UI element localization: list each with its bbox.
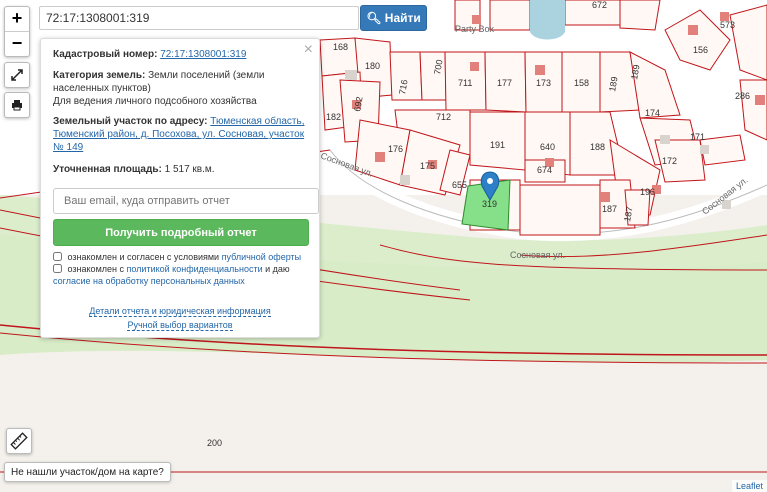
parcel-label: 182 xyxy=(326,112,341,122)
parcel-label: 174 xyxy=(645,108,660,118)
parcel-label: 156 xyxy=(693,45,708,55)
privacy-agreement: ознакомлен с политикой конфиденциальност… xyxy=(53,263,313,287)
report-details-link[interactable]: Детали отчета и юридическая информация xyxy=(89,306,271,317)
parcel-label: 655 xyxy=(452,180,467,190)
category-label: Категория земель: xyxy=(53,70,146,81)
parcel-label: 640 xyxy=(540,142,555,152)
parcel-label: 158 xyxy=(574,78,589,88)
parcel-label: 200 xyxy=(207,438,222,448)
get-report-button[interactable]: Получить подробный отчет xyxy=(53,219,309,246)
measure-button[interactable] xyxy=(6,428,32,454)
category-row: Категория земель: Земли поселений (земли… xyxy=(53,69,309,95)
manual-row: Ручной выбор вариантов xyxy=(41,320,319,331)
parcel-label: 177 xyxy=(497,78,512,88)
fullscreen-button[interactable] xyxy=(4,62,30,88)
area-row: Уточненная площадь: 1 517 кв.м. xyxy=(53,163,309,176)
area-label: Уточненная площадь: xyxy=(53,164,162,175)
manual-selection-link[interactable]: Ручной выбор вариантов xyxy=(127,320,233,331)
address-label: Земельный участок по адресу: xyxy=(53,116,208,127)
cadastral-row: Кадастровый номер: 72:17:1308001:319 xyxy=(53,48,309,61)
map-attribution: Leaflet xyxy=(731,480,767,492)
zoom-in-button[interactable]: + xyxy=(5,7,29,31)
details-row: Детали отчета и юридическая информация xyxy=(41,306,319,317)
not-found-button[interactable]: Не нашли участок/дом на карте? xyxy=(4,462,171,482)
leaflet-link[interactable]: Leaflet xyxy=(736,481,763,491)
zoom-control: + − xyxy=(4,6,30,57)
privacy-policy-link[interactable]: политикой конфиденциальности xyxy=(127,264,263,274)
expand-icon xyxy=(11,69,23,81)
parcel-label: 286 xyxy=(735,91,750,101)
parcel-label: 573 xyxy=(720,20,735,30)
address-row: Земельный участок по адресу: Тюменская о… xyxy=(53,115,309,154)
offer-agreement: ознакомлен и согласен с условиями публич… xyxy=(53,251,313,263)
parcel-label: 319 xyxy=(482,199,497,209)
parcel-label: 674 xyxy=(537,165,552,175)
offer-checkbox[interactable] xyxy=(53,252,62,261)
search-icon: 🔍︎ xyxy=(366,11,382,25)
parcel-label: 712 xyxy=(436,112,451,122)
email-field[interactable] xyxy=(53,188,319,214)
privacy-text: ознакомлен с xyxy=(67,264,124,274)
offer-link[interactable]: публичной оферты xyxy=(222,252,302,262)
parcel-label: 672 xyxy=(592,0,607,10)
parcel-info-panel: × Кадастровый номер: 72:17:1308001:319 К… xyxy=(40,38,320,338)
parcel-label: 196 xyxy=(640,187,655,197)
offer-text: ознакомлен и согласен с условиями xyxy=(67,252,220,262)
area-value: 1 517 кв.м. xyxy=(164,164,215,175)
parcel-label: 188 xyxy=(590,142,605,152)
printer-icon xyxy=(12,100,22,111)
parcel-label: 172 xyxy=(662,156,677,166)
cadastral-label: Кадастровый номер: xyxy=(53,49,158,60)
street-label: Сосновая ул. xyxy=(510,250,565,260)
parcel-label: 180 xyxy=(365,61,380,71)
personal-data-consent-link[interactable]: согласие на обработку персональных данны… xyxy=(53,276,245,286)
search-button-label: Найти xyxy=(384,11,421,25)
ruler-icon xyxy=(10,432,28,450)
privacy-mid-text: и даю xyxy=(265,264,290,274)
parcel-label: 176 xyxy=(388,144,403,154)
zoom-out-button[interactable]: − xyxy=(5,31,29,56)
parcel-label: 171 xyxy=(690,132,705,142)
print-button[interactable] xyxy=(4,92,30,118)
parcel-label: 168 xyxy=(333,42,348,52)
parcel-label: 711 xyxy=(458,78,472,88)
parcel-label: 173 xyxy=(536,78,551,88)
usage-text: Для ведения личного подсобного хозяйства xyxy=(53,96,257,107)
poi-label: Party Box xyxy=(455,24,495,34)
privacy-checkbox[interactable] xyxy=(53,264,62,273)
cadastral-link[interactable]: 72:17:1308001:319 xyxy=(160,49,246,60)
parcel-label: 175 xyxy=(420,161,435,171)
parcel-label: 191 xyxy=(490,140,505,150)
search-button[interactable]: 🔍︎ Найти xyxy=(360,5,427,31)
parcel-label: 187 xyxy=(602,204,617,214)
cadastral-search-input[interactable] xyxy=(39,6,359,30)
